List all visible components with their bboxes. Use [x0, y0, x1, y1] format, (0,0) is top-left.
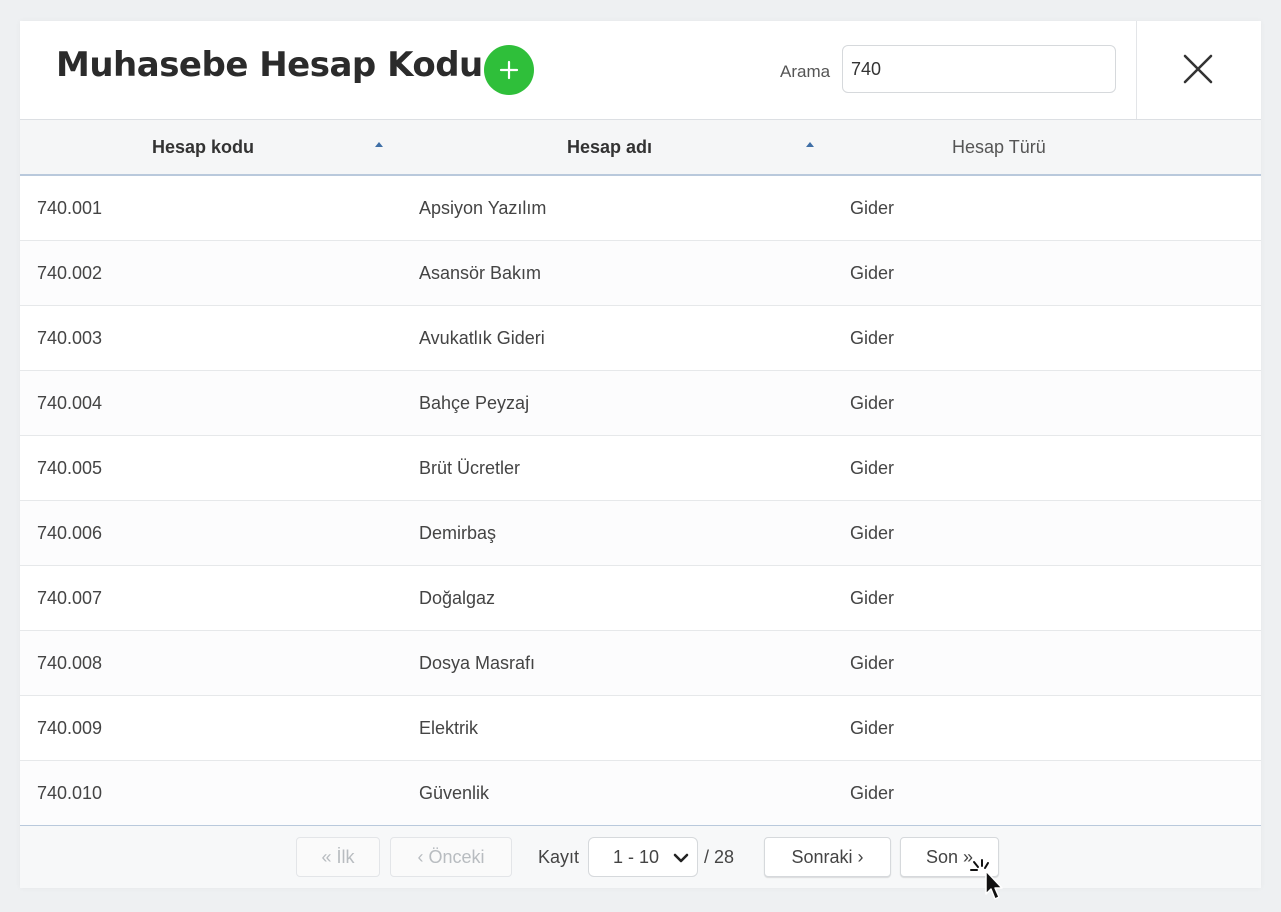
add-account-button[interactable]: [484, 45, 534, 95]
cell-code: 740.005: [37, 458, 103, 478]
next-page-button[interactable]: Sonraki ›: [764, 837, 891, 877]
table-row[interactable]: 740.005 Brüt Ücretler Gider: [20, 436, 1261, 501]
page-range-select[interactable]: 1 - 10: [588, 837, 698, 877]
table-row[interactable]: 740.010 Güvenlik Gider: [20, 761, 1261, 826]
cell-type: Gider: [850, 198, 895, 218]
cell-name: Asansör Bakım: [419, 263, 542, 283]
search-input[interactable]: [842, 45, 1116, 93]
cell-code: 740.003: [37, 328, 103, 348]
cell-code: 740.001: [37, 198, 103, 218]
sort-asc-icon[interactable]: [375, 142, 383, 147]
cell-type: Gider: [850, 393, 895, 413]
cell-type: Gider: [850, 328, 895, 348]
cell-code: 740.004: [37, 393, 103, 413]
cell-code: 740.002: [37, 263, 103, 283]
column-header-code[interactable]: Hesap kodu: [152, 120, 254, 174]
record-label: Kayıt: [538, 847, 580, 867]
dialog-header: Muhasebe Hesap Kodu Arama: [20, 21, 1261, 120]
column-header-name[interactable]: Hesap adı: [567, 120, 652, 174]
dialog-title: Muhasebe Hesap Kodu: [56, 45, 483, 85]
cell-type: Gider: [850, 458, 895, 478]
cell-code: 740.007: [37, 588, 103, 608]
table-row[interactable]: 740.006 Demirbaş Gider: [20, 501, 1261, 566]
cell-type: Gider: [850, 783, 895, 803]
cell-code: 740.009: [37, 718, 103, 738]
account-code-dialog: Muhasebe Hesap Kodu Arama Hesap kodu Hes…: [20, 21, 1261, 888]
cell-name: Brüt Ücretler: [419, 458, 521, 478]
table-row[interactable]: 740.002 Asansör Bakım Gider: [20, 241, 1261, 306]
cell-code: 740.010: [37, 783, 103, 803]
cell-code: 740.006: [37, 523, 103, 543]
cell-name: Avukatlık Gideri: [419, 328, 545, 348]
cell-name: Apsiyon Yazılım: [419, 198, 547, 218]
cell-name: Elektrik: [419, 718, 479, 738]
cell-type: Gider: [850, 653, 895, 673]
cell-name: Demirbaş: [419, 523, 497, 543]
column-header-type[interactable]: Hesap Türü: [952, 120, 1046, 174]
cell-name: Dosya Masrafı: [419, 653, 536, 673]
first-page-button[interactable]: « İlk: [296, 837, 380, 877]
search-label: Arama: [780, 62, 831, 81]
table-row[interactable]: 740.008 Dosya Masrafı Gider: [20, 631, 1261, 696]
sort-asc-icon[interactable]: [806, 142, 814, 147]
plus-icon: [499, 60, 519, 80]
cell-type: Gider: [850, 718, 895, 738]
cell-name: Doğalgaz: [419, 588, 496, 608]
cell-name: Bahçe Peyzaj: [419, 393, 530, 413]
table-row[interactable]: 740.003 Avukatlık Gideri Gider: [20, 306, 1261, 371]
cell-type: Gider: [850, 523, 895, 543]
table-row[interactable]: 740.009 Elektrik Gider: [20, 696, 1261, 761]
close-icon: [1183, 54, 1213, 84]
page-range-value: 1 - 10: [613, 847, 660, 867]
header-divider: [1136, 21, 1137, 119]
pagination-bar: « İlk ‹ Önceki Kayıt 1 - 10 / 28 Sonraki…: [20, 825, 1261, 888]
table-header: Hesap kodu Hesap adı Hesap Türü: [20, 120, 1261, 176]
close-button[interactable]: [1180, 51, 1216, 87]
cell-type: Gider: [850, 588, 895, 608]
cell-type: Gider: [850, 263, 895, 283]
cell-code: 740.008: [37, 653, 103, 673]
table-row[interactable]: 740.007 Doğalgaz Gider: [20, 566, 1261, 631]
table-row[interactable]: 740.004 Bahçe Peyzaj Gider: [20, 371, 1261, 436]
hand-cursor-icon: [970, 859, 1003, 900]
chevron-down-icon: [673, 853, 689, 863]
cell-name: Güvenlik: [419, 783, 490, 803]
total-records: / 28: [704, 847, 735, 867]
previous-page-button[interactable]: ‹ Önceki: [390, 837, 512, 877]
table-row[interactable]: 740.001 Apsiyon Yazılım Gider: [20, 176, 1261, 241]
table-body: 740.001 Apsiyon Yazılım Gider 740.002 As…: [20, 176, 1261, 826]
